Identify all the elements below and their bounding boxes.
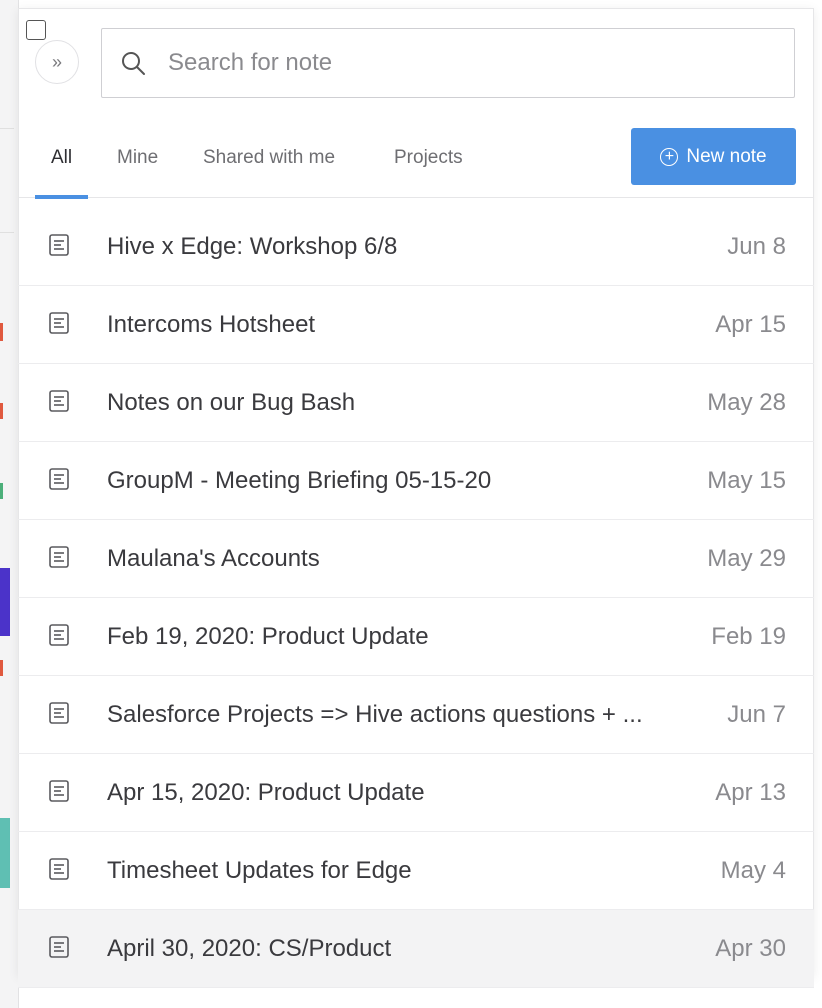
note-document-icon xyxy=(48,701,70,730)
background-divider xyxy=(0,232,14,233)
note-row[interactable]: Timesheet Updates for Edge May 4 xyxy=(18,832,814,910)
tab-mine[interactable]: Mine xyxy=(101,128,174,198)
select-checkbox[interactable] xyxy=(26,20,46,40)
background-divider xyxy=(0,128,14,129)
note-title: Timesheet Updates for Edge xyxy=(107,856,412,884)
note-date: May 29 xyxy=(707,544,786,572)
note-title: Salesforce Projects => Hive actions ques… xyxy=(107,700,643,728)
note-title: April 30, 2020: CS/Product xyxy=(107,934,392,962)
note-document-icon xyxy=(48,857,70,886)
note-row[interactable]: April 30, 2020: CS/Product Apr 30 xyxy=(18,910,814,988)
plus-circle-icon: + xyxy=(660,147,679,166)
note-date: May 28 xyxy=(707,388,786,416)
note-row[interactable]: Hive x Edge: Workshop 6/8 Jun 8 xyxy=(18,208,814,286)
note-row[interactable]: GroupM - Meeting Briefing 05-15-20 May 1… xyxy=(18,442,814,520)
expand-button[interactable]: » xyxy=(35,40,79,84)
background-marker xyxy=(0,403,3,419)
background-marker xyxy=(0,660,3,676)
note-title: Notes on our Bug Bash xyxy=(107,388,356,416)
search-icon xyxy=(120,48,150,78)
background-marker xyxy=(0,323,3,341)
note-document-icon xyxy=(48,389,70,418)
note-row[interactable]: Salesforce Projects => Hive actions ques… xyxy=(18,676,814,754)
note-row[interactable]: Maulana's Accounts May 29 xyxy=(18,520,814,598)
search-input[interactable] xyxy=(166,48,770,78)
note-title: Hive x Edge: Workshop 6/8 xyxy=(107,232,398,260)
note-document-icon xyxy=(48,467,70,496)
note-title: Maulana's Accounts xyxy=(107,544,320,572)
note-document-icon xyxy=(48,311,70,340)
tab-shared-with-me[interactable]: Shared with me xyxy=(187,128,351,198)
background-app-strip xyxy=(0,0,19,1008)
new-note-button[interactable]: + New note xyxy=(631,128,796,185)
note-row[interactable]: Apr 15, 2020: Product Update Apr 13 xyxy=(18,754,814,832)
note-title: Feb 19, 2020: Product Update xyxy=(107,622,429,650)
note-document-icon xyxy=(48,779,70,808)
note-document-icon xyxy=(48,623,70,652)
tab-projects[interactable]: Projects xyxy=(378,128,479,198)
new-note-label: New note xyxy=(686,145,767,167)
background-marker xyxy=(0,568,10,636)
note-row[interactable]: Feb 19, 2020: Product Update Feb 19 xyxy=(18,598,814,676)
double-chevron-right-icon: » xyxy=(51,51,62,72)
note-date: Feb 19 xyxy=(711,622,786,650)
note-date: Apr 15 xyxy=(715,310,786,338)
note-document-icon xyxy=(48,233,70,262)
background-marker xyxy=(0,818,10,888)
note-document-icon xyxy=(48,545,70,574)
search-box[interactable] xyxy=(101,28,795,98)
note-row[interactable]: Intercoms Hotsheet Apr 15 xyxy=(18,286,814,364)
note-row[interactable]: Notes on our Bug Bash May 28 xyxy=(18,364,814,442)
notes-list: Hive x Edge: Workshop 6/8 Jun 8 Intercom… xyxy=(18,208,814,988)
tab-all[interactable]: All xyxy=(35,128,89,199)
note-title: GroupM - Meeting Briefing 05-15-20 xyxy=(107,466,492,494)
note-document-icon xyxy=(48,935,70,964)
note-title: Intercoms Hotsheet xyxy=(107,310,316,338)
note-date: May 15 xyxy=(707,466,786,494)
note-date: Apr 13 xyxy=(715,778,786,806)
note-date: Apr 30 xyxy=(715,934,786,962)
note-title: Apr 15, 2020: Product Update xyxy=(107,778,425,806)
note-date: May 4 xyxy=(720,856,786,884)
note-date: Jun 7 xyxy=(727,700,786,728)
background-marker xyxy=(0,483,3,499)
note-date: Jun 8 xyxy=(727,232,786,260)
